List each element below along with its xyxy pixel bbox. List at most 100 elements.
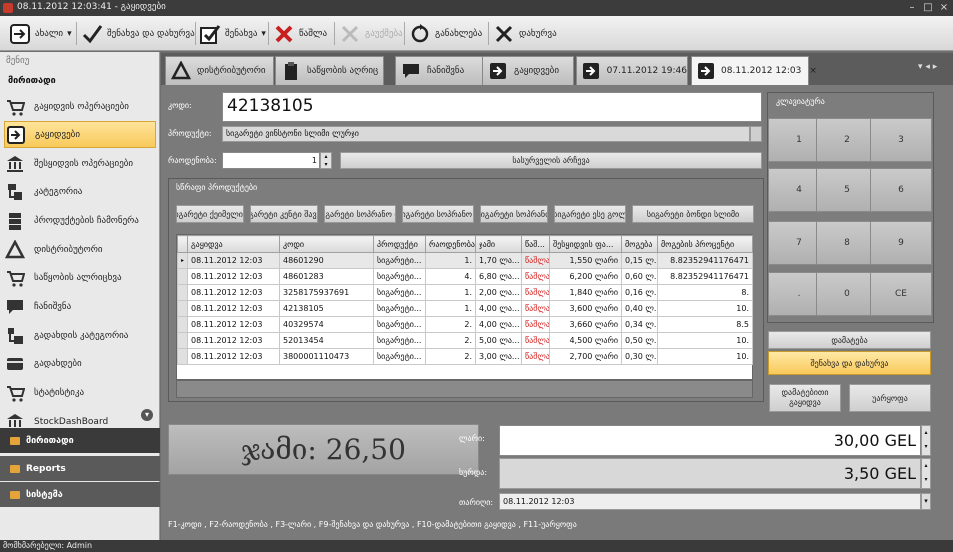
quick-product-button[interactable]: სიგარეტი სოპრანო ლ [324,205,396,223]
sidebar-item-purchase-operations[interactable]: შესყიდვის ოპერაციები [4,150,156,177]
column-header[interactable]: რაოდენობა [425,235,476,253]
keypad-key-6[interactable]: 6 [870,168,932,212]
date-dropdown-icon[interactable]: ▾ [921,493,931,510]
save-close-action-button[interactable]: შენახვა და დახურვა [768,351,931,375]
quick-product-button[interactable]: სიგარეტი სოპრანო ვ [402,205,474,223]
column-header[interactable]: კოდი [279,235,374,253]
delete-link[interactable]: წაშლა [521,300,550,317]
sidebar-scroll-down-icon[interactable]: ▾ [141,409,153,421]
product-field[interactable]: სიგარეტი ვინსტონი სლიმი ლურჯი [222,126,750,142]
keypad-key-2[interactable]: 2 [816,118,878,162]
table-row[interactable]: 08.11.2012 12:03 48601283 სიგარეტი... 4. 6,8… [177,268,753,285]
table-row[interactable]: 08.11.2012 12:03 40329574 სიგარეტი... 2. 4,0… [177,316,753,333]
row-indicator[interactable] [177,348,188,365]
tab-distributor[interactable]: დისტრიბუტორი [165,56,274,85]
sidebar-group-reports[interactable]: Reports [0,456,160,481]
delete-link[interactable]: წაშლა [521,284,550,301]
tab-notes[interactable]: ჩანიშვნა [395,56,487,85]
sidebar-item-distributor[interactable]: დისტრიბუტორი [4,236,156,263]
additional-sale-button[interactable]: დამატებითი გაყიდვა [769,384,841,412]
delete-button[interactable]: წაშლა [272,20,327,47]
table-row[interactable]: ▸ 08.11.2012 12:03 48601290 სიგარეტი... 1. 1,… [177,252,753,269]
table-cell: 8.82352941176471 [657,252,753,269]
tab-close-icon[interactable]: × [809,66,817,76]
table-row[interactable]: 08.11.2012 12:03 3800001110473 სიგარეტი...… [177,348,753,365]
column-header[interactable]: მოგების პროცენტი [657,235,753,253]
column-header[interactable]: შესყიდვის ფა... [549,235,622,253]
column-header[interactable]: მოგება [621,235,658,253]
table-row[interactable]: 08.11.2012 12:03 42138105 სიგარეტი... 1. 4,0… [177,300,753,317]
refresh-button[interactable]: განახლება [408,20,482,47]
column-header[interactable]: პროდუქტი [373,235,426,253]
quick-product-button[interactable]: სიგარეტი კენტი შავი კ [250,205,318,223]
row-indicator[interactable] [177,316,188,333]
cancel-action-button[interactable]: უარყოფა [849,384,931,412]
keypad-key-0[interactable]: 0 [816,272,878,316]
minimize-icon[interactable]: – [905,2,919,14]
maximize-icon[interactable]: □ [921,2,935,14]
save-button[interactable]: შენახვა ▾ [198,20,266,47]
column-header[interactable]: ჯამი [475,235,522,253]
sidebar-item-warehouse[interactable]: საწყობის ალრიცხვა [4,264,156,291]
keypad-key-clear[interactable]: CE [870,272,932,316]
keypad-key-8[interactable]: 8 [816,221,878,265]
row-indicator[interactable] [177,268,188,285]
sidebar-item-payment-category[interactable]: გადახდის კატეგორია [4,322,156,349]
quick-product-button[interactable]: სიგარეტი ბონდი სლიმი [632,205,754,223]
tab-sale-0811[interactable]: 08.11.2012 12:03 × [691,56,817,85]
sidebar-item-sales[interactable]: გაყიდვები [4,121,156,148]
sidebar-item-sales-operations[interactable]: გაყიდვის ოპერაციები [4,93,156,120]
change-stepper[interactable]: ▴ ▾ [921,458,931,489]
tab-sales[interactable]: გაყიდვები [482,56,574,85]
code-input[interactable]: 42138105 [222,92,762,122]
tab-warehouse[interactable]: საწყობის აღრიც [275,56,384,85]
table-cell: 3,600 ლარი [549,300,622,317]
sales-grid: გაყიდვა კოდი პროდუქტი რაოდენობა ჯამი წაშ… [176,234,753,380]
delete-link[interactable]: წაშლა [521,316,550,333]
close-button[interactable]: დახურვა [492,20,557,47]
keypad-key-9[interactable]: 9 [870,221,932,265]
sidebar-item-statistics[interactable]: სტატისტიკა [4,379,156,406]
cart-icon [4,267,26,289]
tab-sale-0711[interactable]: 07.11.2012 19:46 [576,56,688,85]
sidebar-item-category[interactable]: კატეგორია [4,178,156,205]
quick-product-button[interactable]: სიგარეტი ქეიმელი ს [176,205,244,223]
cancel-disabled-button[interactable]: გაუქმება [338,20,403,47]
column-header[interactable]: წაშ... [521,235,550,253]
column-header[interactable]: გაყიდვა [187,235,280,253]
row-indicator[interactable] [177,284,188,301]
paid-input[interactable]: 30,00 GEL [499,425,921,456]
table-row[interactable]: 08.11.2012 12:03 3258175937691 სიგარეტი...… [177,284,753,301]
sidebar-item-product-list[interactable]: პროდუქტების ჩამონერა [4,207,156,234]
quick-product-button[interactable]: სიგარეტი ესე გოლ [554,205,626,223]
choose-product-button[interactable]: სასურველის არჩევა [340,152,762,169]
tab-menu-icon[interactable]: ▾ ◂ ▸ [918,62,937,72]
sidebar-group-system[interactable]: სისტემა [0,482,160,507]
quantity-stepper[interactable]: ▴ ▾ [320,152,332,169]
close-icon[interactable]: × [937,2,951,14]
delete-link[interactable]: წაშლა [521,348,550,365]
table-row[interactable]: 08.11.2012 12:03 52013454 სიგარეტი... 2. 5,0… [177,332,753,349]
product-lookup-button[interactable] [750,126,762,142]
delete-link[interactable]: წაშლა [521,332,550,349]
keypad-key-3[interactable]: 3 [870,118,932,162]
sidebar-group-main[interactable]: მირითადი [0,428,160,453]
sidebar-item-payments[interactable]: გადახდები [4,350,156,377]
table-cell: 08.11.2012 12:03 [187,284,280,301]
add-button[interactable]: დამატება [768,331,931,349]
save-close-button[interactable]: შენახვა და დახურვა [80,20,195,47]
date-field[interactable]: 08.11.2012 12:03 [499,493,921,510]
row-indicator[interactable] [177,300,188,317]
sidebar-item-notes[interactable]: ჩანიშვნა [4,293,156,320]
row-indicator[interactable] [177,332,188,349]
row-indicator[interactable]: ▸ [177,252,188,269]
table-cell: 8.82352941176471 [657,268,753,285]
new-button[interactable]: ახალი ▾ [8,20,72,47]
table-cell: 4,00 ლა... [475,300,522,317]
quick-product-button[interactable]: სიგარეტი სოპრანო [480,205,548,223]
delete-link[interactable]: წაშლა [521,252,550,269]
quantity-input[interactable]: 1 [222,152,320,169]
delete-link[interactable]: წაშლა [521,268,550,285]
keypad-key-5[interactable]: 5 [816,168,878,212]
paid-stepper[interactable]: ▴ ▾ [921,425,931,456]
